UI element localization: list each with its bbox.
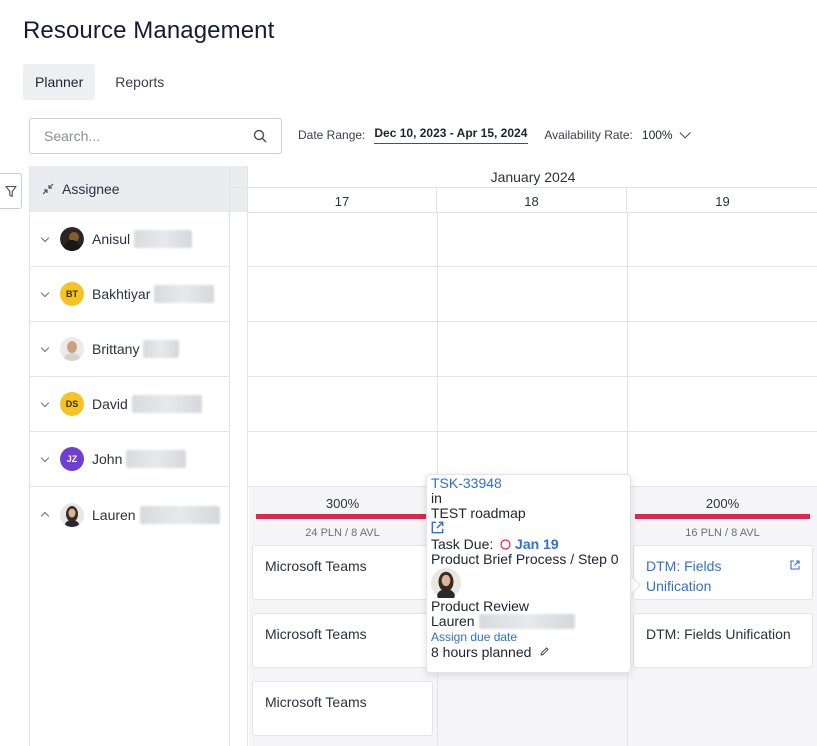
assignee-row[interactable]: Anisul: [30, 212, 230, 267]
utilization-percent: 300%: [325, 496, 360, 511]
external-link-icon[interactable]: [790, 560, 800, 570]
assignee-name: John: [92, 451, 123, 467]
edit-icon[interactable]: [539, 646, 550, 657]
planner-grid: Assignee Anisul BT Bakhtiyar Brittany DS…: [29, 166, 817, 746]
task-card-title[interactable]: DTM: Fields Unification: [646, 556, 756, 596]
row-divider: [248, 266, 817, 267]
collapse-icon[interactable]: [42, 183, 54, 195]
chevron-down-icon[interactable]: [40, 453, 50, 462]
due-date[interactable]: Jan 19: [515, 536, 559, 552]
redacted-surname: [126, 450, 187, 468]
avatar: [60, 227, 84, 251]
overdue-icon: [500, 539, 511, 550]
assignee-name: Brittany: [92, 341, 140, 357]
chevron-up-icon[interactable]: [40, 511, 50, 521]
row-divider: [248, 321, 817, 322]
assignee-name: David: [92, 396, 128, 412]
task-popover: TSK-33948 in TEST roadmap Task Due: Jan …: [426, 474, 631, 673]
chevron-down-icon[interactable]: [40, 343, 50, 352]
row-divider: [248, 212, 817, 213]
project-name: TEST roadmap: [431, 505, 526, 521]
avatar: JZ: [60, 447, 84, 471]
search-input[interactable]: [30, 119, 240, 153]
redacted-surname: [131, 395, 202, 413]
tab-bar: Planner Reports: [23, 64, 176, 100]
search-box: [29, 118, 282, 154]
date-range-field[interactable]: Dec 10, 2023 - Apr 15, 2024: [374, 126, 529, 144]
avatar: DS: [60, 392, 84, 416]
task-card[interactable]: DTM: Fields Unification: [633, 545, 813, 600]
utilization-summary: 24 PLN / 8 AVL: [305, 527, 380, 539]
avatar: [431, 568, 461, 602]
filter-button[interactable]: [0, 173, 22, 209]
assignee-name: Bakhtiyar: [92, 286, 151, 302]
task-card-title: Microsoft Teams: [265, 558, 367, 574]
filter-bar: Date Range: Dec 10, 2023 - Apr 15, 2024 …: [298, 126, 691, 144]
task-card-title: Microsoft Teams: [265, 694, 367, 710]
assignee-row[interactable]: DS David: [30, 377, 230, 432]
task-card-title: Microsoft Teams: [265, 626, 367, 642]
task-card[interactable]: Microsoft Teams: [252, 545, 433, 600]
planned-hours: 8 hours planned: [431, 644, 532, 660]
assignee-row[interactable]: Brittany: [30, 322, 230, 377]
assignee-row[interactable]: JZ John: [30, 432, 230, 487]
utilization-percent: 200%: [705, 496, 740, 511]
utilization-bar: [256, 514, 431, 519]
utilization-bar: [635, 514, 810, 519]
task-name: Product Review: [431, 598, 530, 614]
avatar: BT: [60, 282, 84, 306]
planned-row: 8 hours planned: [431, 645, 626, 660]
utilization-summary: 16 PLN / 8 AVL: [685, 527, 760, 539]
assignee-header-label: Assignee: [62, 181, 120, 197]
availability-dropdown[interactable]: 100%: [642, 128, 673, 142]
assignee-row[interactable]: BT Bakhtiyar: [30, 267, 230, 322]
day-header-19: 19: [715, 194, 730, 209]
task-card[interactable]: Microsoft Teams: [252, 681, 433, 736]
due-row: Task Due: Jan 19: [431, 537, 626, 552]
assign-due-date-link[interactable]: Assign due date: [431, 629, 626, 645]
assignee-header[interactable]: Assignee: [30, 166, 229, 212]
avatar: [60, 337, 84, 361]
task-card-title: DTM: Fields Unification: [646, 626, 791, 642]
month-label: January 2024: [231, 166, 817, 188]
assignee-name: Lauren: [92, 506, 136, 523]
due-label: Task Due:: [431, 536, 494, 552]
search-icon[interactable]: [253, 129, 267, 143]
avatar: [60, 502, 84, 527]
day-header-18: 18: [437, 188, 627, 212]
grid-gutter: [230, 166, 248, 746]
popover-assignee: Lauren: [431, 614, 626, 629]
task-card[interactable]: DTM: Fields Unification: [633, 613, 813, 668]
availability-label: Availability Rate:: [544, 128, 633, 142]
day-header-17: 17: [248, 188, 437, 212]
filter-icon: [4, 185, 17, 197]
redacted-surname: [139, 505, 220, 524]
assignee-row[interactable]: Lauren: [30, 487, 230, 542]
row-divider: [248, 376, 817, 377]
redacted-surname: [134, 230, 193, 248]
chevron-down-icon[interactable]: [679, 127, 691, 139]
tab-planner[interactable]: Planner: [23, 64, 96, 100]
assignee-name: Anisul: [92, 231, 131, 247]
chevron-down-icon[interactable]: [40, 233, 50, 242]
popover-assignee-name: Lauren: [431, 613, 475, 629]
redacted-surname: [154, 285, 215, 303]
redacted-surname: [143, 340, 180, 358]
external-link-icon[interactable]: [431, 521, 444, 534]
popover-in-text: in: [431, 490, 442, 506]
redacted-surname: [478, 614, 575, 629]
chevron-down-icon[interactable]: [40, 288, 50, 297]
page-title: Resource Management: [23, 17, 275, 44]
date-range-label: Date Range:: [298, 128, 366, 142]
tab-reports[interactable]: Reports: [103, 64, 176, 100]
task-id-link[interactable]: TSK-33948: [431, 476, 626, 491]
row-divider: [248, 431, 817, 432]
process-path: Product Brief Process / Step 0: [431, 551, 619, 567]
task-card[interactable]: Microsoft Teams: [252, 613, 433, 668]
chevron-down-icon[interactable]: [40, 398, 50, 407]
